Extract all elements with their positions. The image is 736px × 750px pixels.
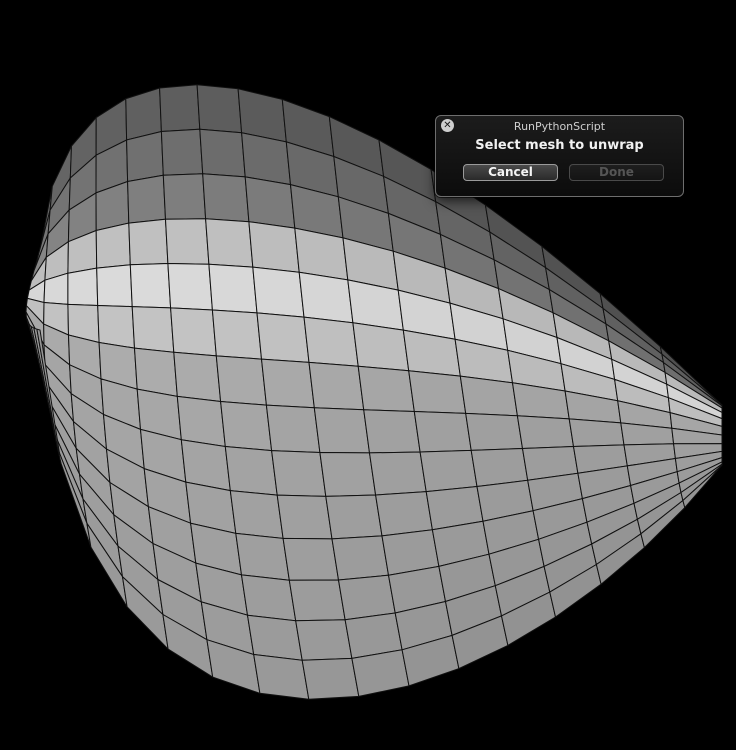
mesh-face xyxy=(215,355,267,406)
mesh-face xyxy=(176,395,226,448)
mesh-face xyxy=(96,264,133,308)
mesh-face xyxy=(303,316,359,367)
mesh-face xyxy=(319,451,377,497)
mesh-face xyxy=(301,657,360,700)
mesh-face xyxy=(260,358,315,409)
mesh-face xyxy=(357,365,415,413)
mesh-face xyxy=(351,649,410,697)
mesh-face xyxy=(331,535,390,581)
mesh-face xyxy=(337,574,396,621)
dialog-title: RunPythonScript xyxy=(513,120,606,133)
mesh-face xyxy=(164,218,210,265)
mesh-face xyxy=(465,412,524,451)
mesh-face xyxy=(205,218,254,268)
mesh-face xyxy=(459,375,518,417)
mesh-face xyxy=(271,450,327,497)
mesh-face xyxy=(160,128,204,176)
mesh-face xyxy=(162,173,207,220)
mesh-face xyxy=(220,400,273,452)
mesh-face xyxy=(516,415,575,450)
mesh-face xyxy=(126,130,164,183)
mesh-face xyxy=(408,370,467,414)
mesh-face xyxy=(167,262,213,311)
wireframe-mesh[interactable] xyxy=(0,0,736,746)
mesh-face xyxy=(252,266,305,318)
mesh-face xyxy=(202,173,250,223)
mesh-face xyxy=(159,84,201,133)
mesh-face xyxy=(246,614,303,661)
mesh-face xyxy=(313,407,371,454)
mesh-face xyxy=(97,304,136,349)
mesh-face xyxy=(256,312,310,363)
mesh-face xyxy=(276,494,333,540)
mesh-face xyxy=(224,445,278,496)
mesh-face xyxy=(235,532,290,581)
mesh-face xyxy=(229,490,284,539)
command-hud-dialog: ✕ RunPythonScript Select mesh to unwrap … xyxy=(435,115,684,197)
mesh-face xyxy=(67,267,99,307)
mesh-face xyxy=(125,87,162,141)
mesh-face xyxy=(288,579,346,622)
mesh-face xyxy=(131,306,175,353)
mesh-face xyxy=(325,494,383,540)
mesh-face xyxy=(253,653,310,700)
mesh-face xyxy=(244,176,296,229)
mesh-face xyxy=(199,128,246,178)
mesh-face xyxy=(196,84,243,134)
mesh-face xyxy=(295,619,353,661)
mesh-face xyxy=(127,174,167,224)
mesh-face xyxy=(352,322,410,372)
mesh-face xyxy=(413,410,472,453)
mesh-face xyxy=(173,351,222,403)
mesh-face xyxy=(129,262,172,309)
3d-viewport[interactable] xyxy=(0,0,736,746)
mesh-face xyxy=(470,447,529,488)
mesh-face xyxy=(265,404,321,454)
mesh-face xyxy=(170,307,217,357)
mesh-face xyxy=(298,271,354,324)
mesh-face xyxy=(419,449,478,493)
mesh-face xyxy=(208,263,258,314)
mesh-face xyxy=(248,221,300,273)
done-button[interactable]: Done xyxy=(569,164,664,181)
mesh-face xyxy=(375,491,433,537)
cancel-button[interactable]: Cancel xyxy=(463,164,558,181)
mesh-face xyxy=(282,537,340,581)
mesh-face xyxy=(211,309,263,360)
mesh-face xyxy=(240,574,297,622)
mesh-face xyxy=(308,361,365,411)
mesh-face xyxy=(363,409,421,454)
mesh-face xyxy=(368,451,427,496)
mesh-face xyxy=(133,347,178,398)
dialog-message: Select mesh to unwrap xyxy=(475,138,644,153)
mesh-face xyxy=(95,222,131,269)
mesh-face xyxy=(568,418,625,448)
mesh-face xyxy=(128,218,169,266)
